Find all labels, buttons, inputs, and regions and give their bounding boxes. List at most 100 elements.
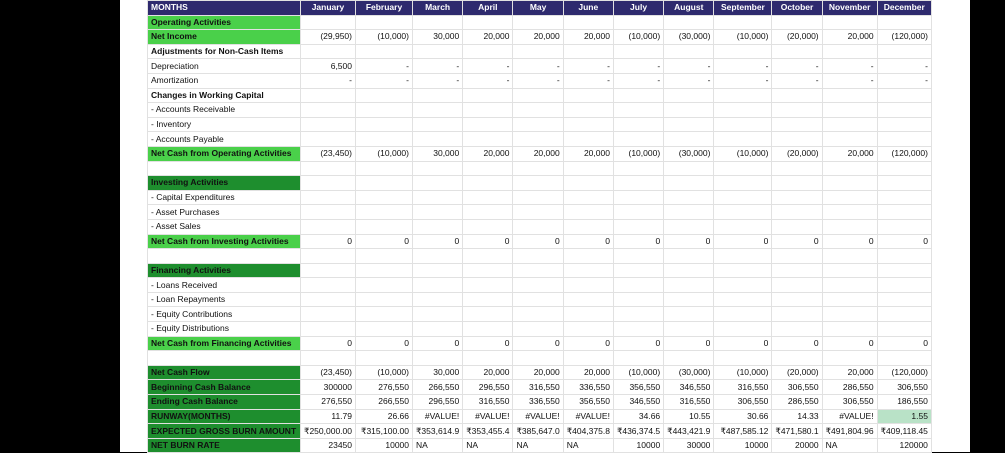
- cell-runway-november[interactable]: #VALUE!: [821, 408, 878, 425]
- cell-net-cash-operating-february[interactable]: (10,000): [355, 145, 413, 162]
- cell-net-burn-june[interactable]: NA: [562, 437, 614, 453]
- cell-accounts-receivable-april[interactable]: [462, 102, 514, 118]
- cell-loan-repayments-february[interactable]: [355, 291, 413, 308]
- cell-inventory-march[interactable]: [411, 116, 464, 133]
- cell-ending-cash-february[interactable]: 266,550: [355, 394, 413, 410]
- cell-accounts-receivable-january[interactable]: [300, 102, 356, 118]
- cell-financing-activities-september[interactable]: [713, 262, 773, 279]
- cell-gross-burn-march[interactable]: ₹353,614.9: [411, 423, 464, 439]
- cell-ending-cash-december[interactable]: 186,550: [876, 394, 932, 410]
- cell-net-cash-operating-may[interactable]: 20,000: [512, 145, 564, 162]
- cell-depreciation-january[interactable]: 6,500: [300, 58, 356, 74]
- cell-blank-2-october[interactable]: [771, 248, 823, 264]
- cell-asset-purchases-september[interactable]: [713, 204, 773, 220]
- cell-blank-1-february[interactable]: [355, 160, 413, 177]
- cell-capital-expenditures-january[interactable]: [300, 189, 356, 206]
- row-label-blank-1[interactable]: [147, 160, 301, 177]
- cell-blank-1-july[interactable]: [612, 160, 665, 177]
- cell-financing-activities-december[interactable]: [876, 262, 932, 279]
- cell-adjustments-march[interactable]: [411, 43, 464, 60]
- cell-blank-3-september[interactable]: [713, 350, 773, 366]
- cell-net-cash-investing-october[interactable]: 0: [771, 233, 823, 250]
- cell-adjustments-december[interactable]: [876, 43, 932, 60]
- cell-net-cash-operating-july[interactable]: (10,000): [612, 145, 665, 162]
- cell-blank-3-december[interactable]: [876, 350, 932, 366]
- cell-net-income-february[interactable]: (10,000): [355, 29, 413, 45]
- cell-asset-purchases-november[interactable]: [821, 204, 878, 220]
- cell-net-cash-financing-november[interactable]: 0: [821, 335, 878, 352]
- cell-runway-september[interactable]: 30.66: [713, 408, 773, 425]
- cell-beginning-cash-january[interactable]: 300000: [300, 379, 356, 396]
- row-label-net-income[interactable]: Net Income: [147, 29, 301, 45]
- row-label-loan-repayments[interactable]: - Loan Repayments: [147, 291, 301, 308]
- cell-ending-cash-june[interactable]: 356,550: [562, 394, 614, 410]
- cell-capital-expenditures-august[interactable]: [663, 189, 715, 206]
- cell-blank-1-november[interactable]: [821, 160, 878, 177]
- cell-capital-expenditures-november[interactable]: [821, 189, 878, 206]
- cell-investing-activities-december[interactable]: [876, 175, 932, 191]
- cell-blank-2-january[interactable]: [300, 248, 356, 264]
- cell-adjustments-may[interactable]: [512, 43, 564, 60]
- cell-accounts-payable-july[interactable]: [612, 131, 665, 147]
- cell-inventory-april[interactable]: [462, 116, 514, 133]
- cell-adjustments-september[interactable]: [713, 43, 773, 60]
- cell-accounts-payable-march[interactable]: [411, 131, 464, 147]
- cell-accounts-receivable-november[interactable]: [821, 102, 878, 118]
- cell-equity-contributions-january[interactable]: [300, 306, 356, 323]
- cell-capital-expenditures-december[interactable]: [876, 189, 932, 206]
- cell-accounts-receivable-may[interactable]: [512, 102, 564, 118]
- row-label-net-cash-financing[interactable]: Net Cash from Financing Activities: [147, 335, 301, 352]
- cell-amortization-july[interactable]: -: [612, 72, 665, 89]
- cell-inventory-december[interactable]: [876, 116, 932, 133]
- cell-investing-activities-november[interactable]: [821, 175, 878, 191]
- month-header-march[interactable]: March: [411, 0, 464, 16]
- cell-loan-repayments-april[interactable]: [462, 291, 514, 308]
- cell-gross-burn-november[interactable]: ₹491,804.96: [821, 423, 878, 439]
- cell-capital-expenditures-february[interactable]: [355, 189, 413, 206]
- cell-capital-expenditures-september[interactable]: [713, 189, 773, 206]
- cell-net-cash-flow-april[interactable]: 20,000: [462, 364, 514, 381]
- cell-changes-working-capital-december[interactable]: [876, 87, 932, 104]
- row-label-equity-distributions[interactable]: - Equity Distributions: [147, 321, 301, 337]
- cell-runway-january[interactable]: 11.79: [300, 408, 356, 425]
- cell-investing-activities-july[interactable]: [612, 175, 665, 191]
- cell-net-burn-december[interactable]: 120000: [876, 437, 932, 453]
- cell-net-burn-november[interactable]: NA: [821, 437, 878, 453]
- row-label-ending-cash[interactable]: Ending Cash Balance: [147, 394, 301, 410]
- cell-depreciation-september[interactable]: -: [713, 58, 773, 74]
- cell-capital-expenditures-june[interactable]: [562, 189, 614, 206]
- cell-ending-cash-september[interactable]: 306,550: [713, 394, 773, 410]
- cell-inventory-may[interactable]: [512, 116, 564, 133]
- month-header-november[interactable]: November: [821, 0, 878, 16]
- cell-asset-sales-june[interactable]: [562, 218, 614, 235]
- cell-inventory-september[interactable]: [713, 116, 773, 133]
- cell-equity-contributions-december[interactable]: [876, 306, 932, 323]
- cell-ending-cash-april[interactable]: 316,550: [462, 394, 514, 410]
- cell-inventory-february[interactable]: [355, 116, 413, 133]
- cell-net-cash-flow-may[interactable]: 20,000: [512, 364, 564, 381]
- cell-inventory-august[interactable]: [663, 116, 715, 133]
- cell-net-cash-operating-march[interactable]: 30,000: [411, 145, 464, 162]
- cell-inventory-january[interactable]: [300, 116, 356, 133]
- cell-changes-working-capital-april[interactable]: [462, 87, 514, 104]
- cell-loan-repayments-march[interactable]: [411, 291, 464, 308]
- cell-equity-contributions-may[interactable]: [512, 306, 564, 323]
- cell-loan-repayments-september[interactable]: [713, 291, 773, 308]
- cell-net-cash-flow-june[interactable]: 20,000: [562, 364, 614, 381]
- month-header-october[interactable]: October: [771, 0, 823, 16]
- cell-depreciation-march[interactable]: -: [411, 58, 464, 74]
- cell-net-cash-financing-may[interactable]: 0: [512, 335, 564, 352]
- cell-net-cash-operating-november[interactable]: 20,000: [821, 145, 878, 162]
- cell-asset-sales-february[interactable]: [355, 218, 413, 235]
- cell-net-cash-financing-january[interactable]: 0: [300, 335, 356, 352]
- cell-inventory-november[interactable]: [821, 116, 878, 133]
- cell-investing-activities-september[interactable]: [713, 175, 773, 191]
- cell-accounts-payable-february[interactable]: [355, 131, 413, 147]
- cell-blank-1-september[interactable]: [713, 160, 773, 177]
- cell-equity-distributions-april[interactable]: [462, 321, 514, 337]
- row-label-equity-contributions[interactable]: - Equity Contributions: [147, 306, 301, 323]
- cell-amortization-february[interactable]: -: [355, 72, 413, 89]
- row-label-amortization[interactable]: Amortization: [147, 72, 301, 89]
- cell-depreciation-april[interactable]: -: [462, 58, 514, 74]
- cell-asset-purchases-april[interactable]: [462, 204, 514, 220]
